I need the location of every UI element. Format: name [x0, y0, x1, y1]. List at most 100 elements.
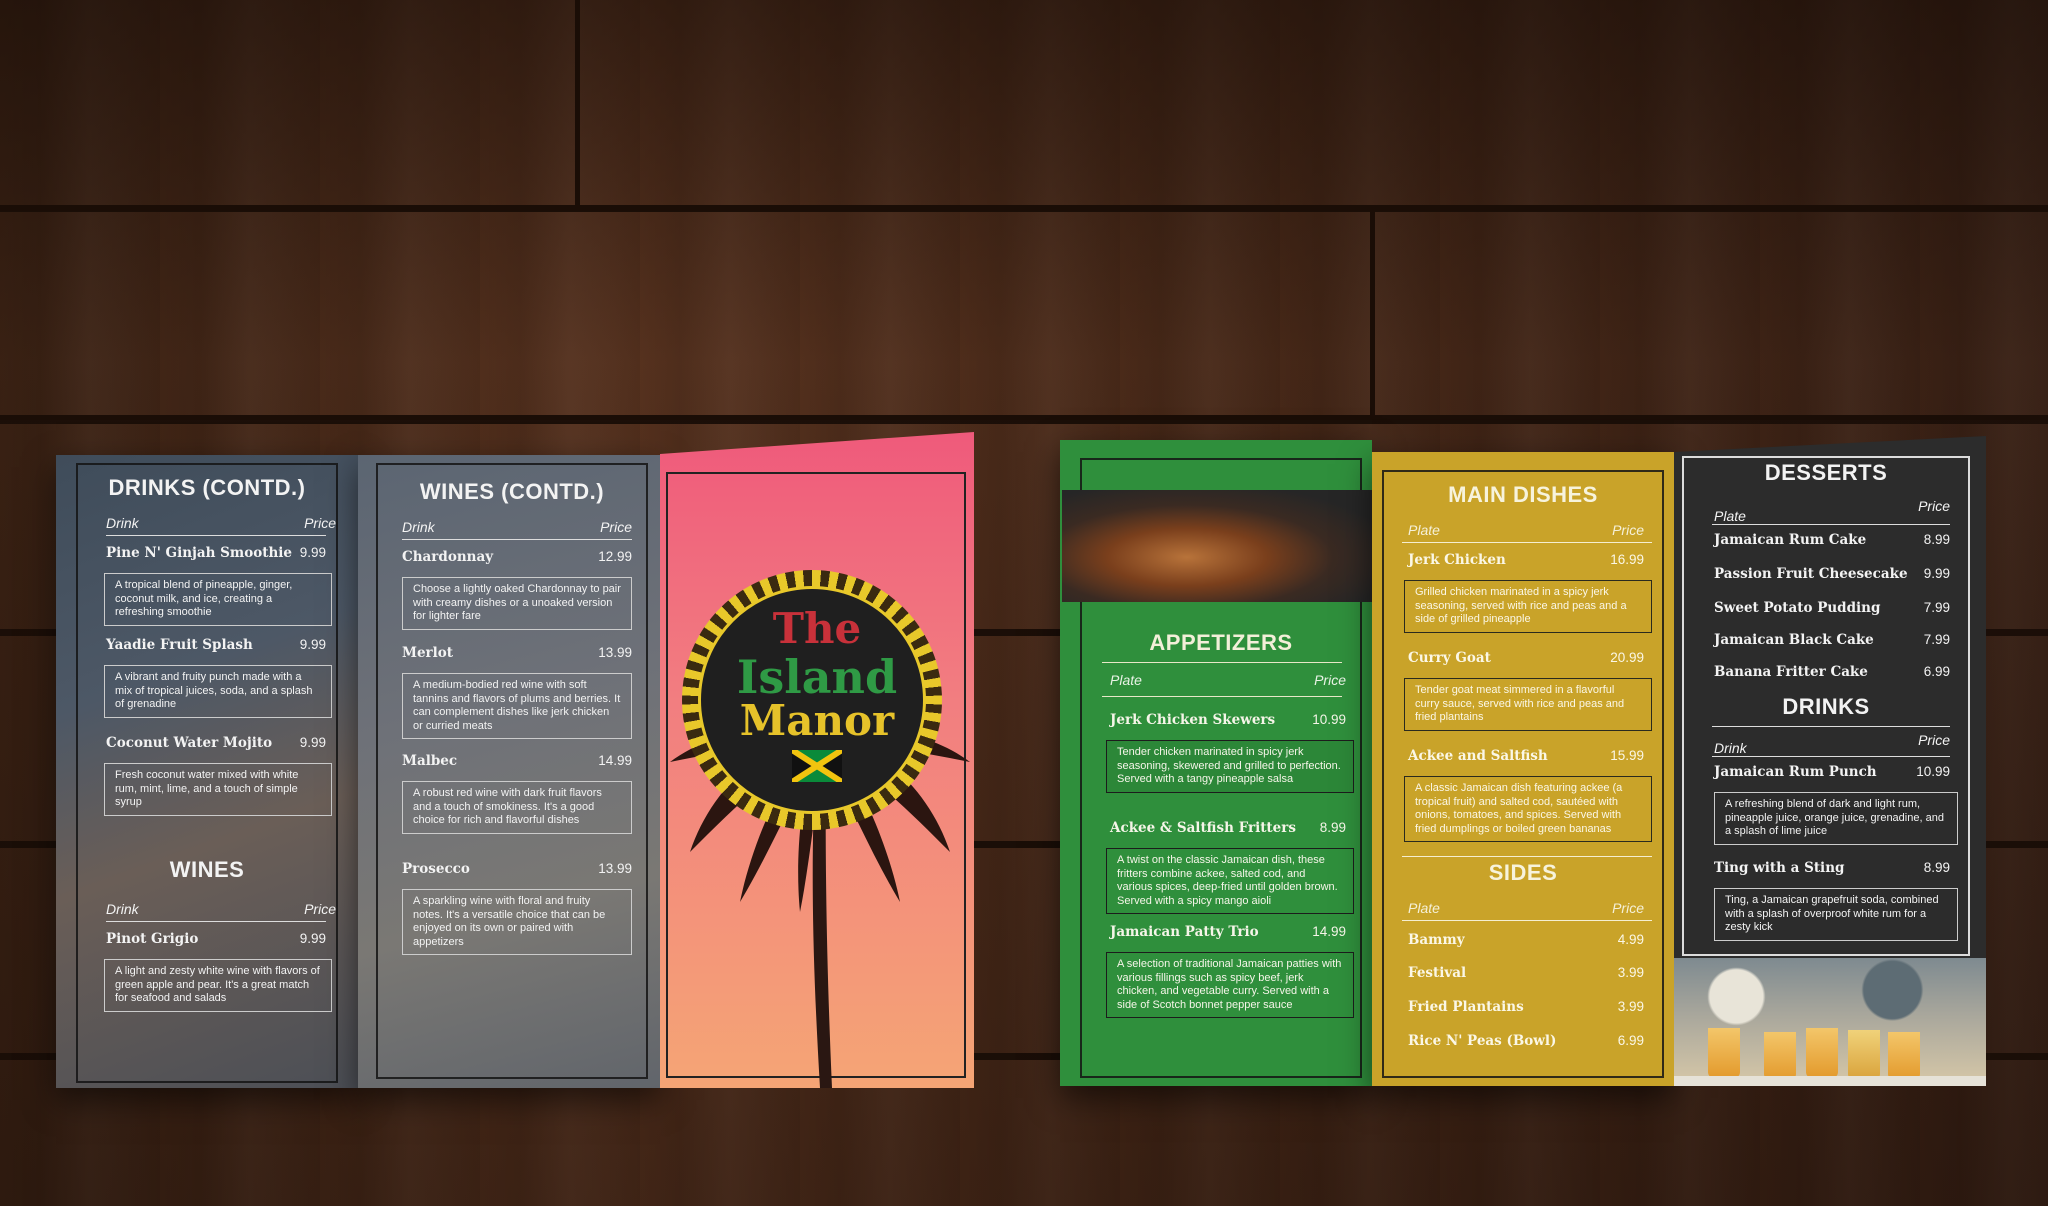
column-headers: Plate Price	[1110, 672, 1346, 688]
item-description: Ting, a Jamaican grapefruit soda, combin…	[1714, 888, 1958, 941]
item-description: A light and zesty white wine with flavor…	[104, 959, 332, 1012]
column-headers: Drink Price	[106, 515, 358, 531]
menu-item: Festival 3.99	[1408, 965, 1644, 981]
item-name: Ting with a Sting	[1714, 860, 1845, 876]
item-price: 15.99	[1610, 748, 1644, 763]
menu-item: Rice N' Peas (Bowl) 6.99	[1408, 1033, 1644, 1049]
menu-item: Jamaican Rum Cake 8.99	[1714, 532, 1950, 548]
section-title: APPETIZERS	[1149, 630, 1293, 655]
section-title: DESSERTS	[1764, 460, 1888, 485]
item-description: A sparkling wine with floral and fruity …	[402, 889, 632, 955]
cocktail-cup	[1764, 1032, 1796, 1080]
item-name: Jamaican Patty Trio	[1110, 924, 1259, 940]
wood-seam	[1370, 211, 1375, 416]
item-description: A classic Jamaican dish featuring ackee …	[1404, 776, 1652, 842]
item-price: 9.99	[299, 637, 326, 652]
item-name: Malbec	[402, 753, 458, 769]
item-name: Banana Fritter Cake	[1714, 664, 1868, 680]
item-price: 8.99	[1923, 532, 1950, 547]
item-name: Prosecco	[402, 861, 470, 877]
divider	[1712, 524, 1950, 525]
item-name: Curry Goat	[1408, 650, 1491, 666]
item-name: Pinot Grigio	[106, 931, 199, 947]
panel-appetizers: APPETIZERS Plate Price Jerk Chicken Skewe…	[1060, 440, 1372, 1086]
item-description: A selection of traditional Jamaican patt…	[1106, 952, 1354, 1018]
item-price: 7.99	[1923, 600, 1950, 615]
menu-item: Coconut Water Mojito 9.99 Fresh coconut w…	[104, 735, 332, 816]
cocktail-cup	[1888, 1032, 1920, 1080]
item-name: Coconut Water Mojito	[106, 735, 273, 751]
item-name: Rice N' Peas (Bowl)	[1408, 1033, 1557, 1049]
item-price: 4.99	[1617, 932, 1644, 947]
item-name: Sweet Potato Pudding	[1714, 600, 1881, 616]
item-name: Merlot	[402, 645, 454, 661]
menu-item: Jamaican Patty Trio 14.99 A selection of …	[1106, 924, 1354, 1018]
panel-cover: The Island Manor	[660, 432, 974, 1088]
item-description: A medium-bodied red wine with soft tanni…	[402, 673, 632, 739]
item-description: A tropical blend of pineapple, ginger, c…	[104, 573, 332, 626]
item-description: Choose a lightly oaked Chardonnay to pai…	[402, 577, 632, 630]
col-label: Price	[1918, 498, 1950, 514]
item-price: 12.99	[598, 549, 632, 564]
column-headers: Plate Price	[1714, 498, 1950, 524]
item-description: Fresh coconut water mixed with white rum…	[104, 763, 332, 816]
cocktails-photo	[1674, 958, 1986, 1086]
item-description: A vibrant and fruity punch made with a m…	[104, 665, 332, 718]
item-price: 16.99	[1610, 552, 1644, 567]
cocktail-cup	[1806, 1028, 1838, 1078]
item-price: 8.99	[1923, 860, 1950, 875]
menu-item: Pine N' Ginjah Smoothie 9.99 A tropical b…	[104, 545, 332, 626]
item-price: 9.99	[299, 735, 326, 750]
menu-item: Chardonnay 12.99 Choose a lightly oaked C…	[402, 549, 632, 630]
divider	[1102, 696, 1342, 697]
grilled-chicken-photo	[1062, 490, 1372, 602]
col-label: Price	[304, 515, 336, 531]
panel-desserts: DESSERTS Plate Price Jamaican Rum Cake 8.9…	[1674, 436, 1986, 1086]
col-label: Price	[1612, 522, 1644, 538]
col-label: Price	[1918, 732, 1950, 748]
col-label: Plate	[1408, 900, 1440, 916]
divider	[1712, 726, 1950, 727]
item-name: Jerk Chicken Skewers	[1110, 712, 1276, 728]
menu-item: Pinot Grigio 9.99 A light and zesty white…	[104, 931, 332, 1012]
col-label: Drink	[402, 519, 435, 535]
col-label: Drink	[106, 515, 139, 531]
item-name: Bammy	[1408, 932, 1465, 948]
item-price: 8.99	[1319, 820, 1346, 835]
item-description: Tender goat meat simmered in a flavorful…	[1404, 678, 1652, 731]
item-price: 9.99	[299, 931, 326, 946]
cocktail-cup	[1848, 1030, 1880, 1080]
item-price: 13.99	[598, 861, 632, 876]
logo-text-the: The	[772, 604, 862, 653]
menu-item: Prosecco 13.99 A sparkling wine with flor…	[402, 861, 632, 955]
divider	[1402, 856, 1652, 857]
item-price: 9.99	[299, 545, 326, 560]
wood-seam	[575, 0, 580, 205]
menu-item: Jerk Chicken Skewers 10.99 Tender chicken…	[1106, 712, 1354, 793]
item-description: A twist on the classic Jamaican dish, th…	[1106, 848, 1354, 914]
item-name: Fried Plantains	[1408, 999, 1524, 1015]
divider	[402, 539, 632, 540]
section-title: DRINKS (CONTD.)	[108, 475, 306, 500]
section-title: SIDES	[1488, 860, 1558, 885]
menu-item: Jamaican Rum Punch 10.99 A refreshing ble…	[1714, 764, 1958, 845]
item-description: Tender chicken marinated in spicy jerk s…	[1106, 740, 1354, 793]
item-name: Pine N' Ginjah Smoothie	[106, 545, 292, 561]
col-label: Drink	[106, 901, 139, 917]
item-name: Jamaican Black Cake	[1714, 632, 1874, 648]
table-surface	[1674, 1076, 1986, 1086]
menu-item: Jamaican Black Cake 7.99	[1714, 632, 1950, 648]
column-headers: Drink Price	[1714, 732, 1950, 756]
item-price: 20.99	[1610, 650, 1644, 665]
item-price: 14.99	[1312, 924, 1346, 939]
panel-wines-contd: WINES (CONTD.) Drink Price Chardonnay 12.9…	[358, 455, 660, 1088]
col-label: Plate	[1408, 522, 1440, 538]
divider	[106, 921, 326, 922]
item-price: 7.99	[1923, 632, 1950, 647]
col-label: Plate	[1110, 672, 1142, 688]
col-label: Price	[600, 519, 632, 535]
item-name: Jerk Chicken	[1408, 552, 1506, 568]
section-title: DRINKS	[1782, 694, 1870, 719]
menu-item: Banana Fritter Cake 6.99	[1714, 664, 1950, 680]
col-label: Drink	[1714, 740, 1747, 756]
